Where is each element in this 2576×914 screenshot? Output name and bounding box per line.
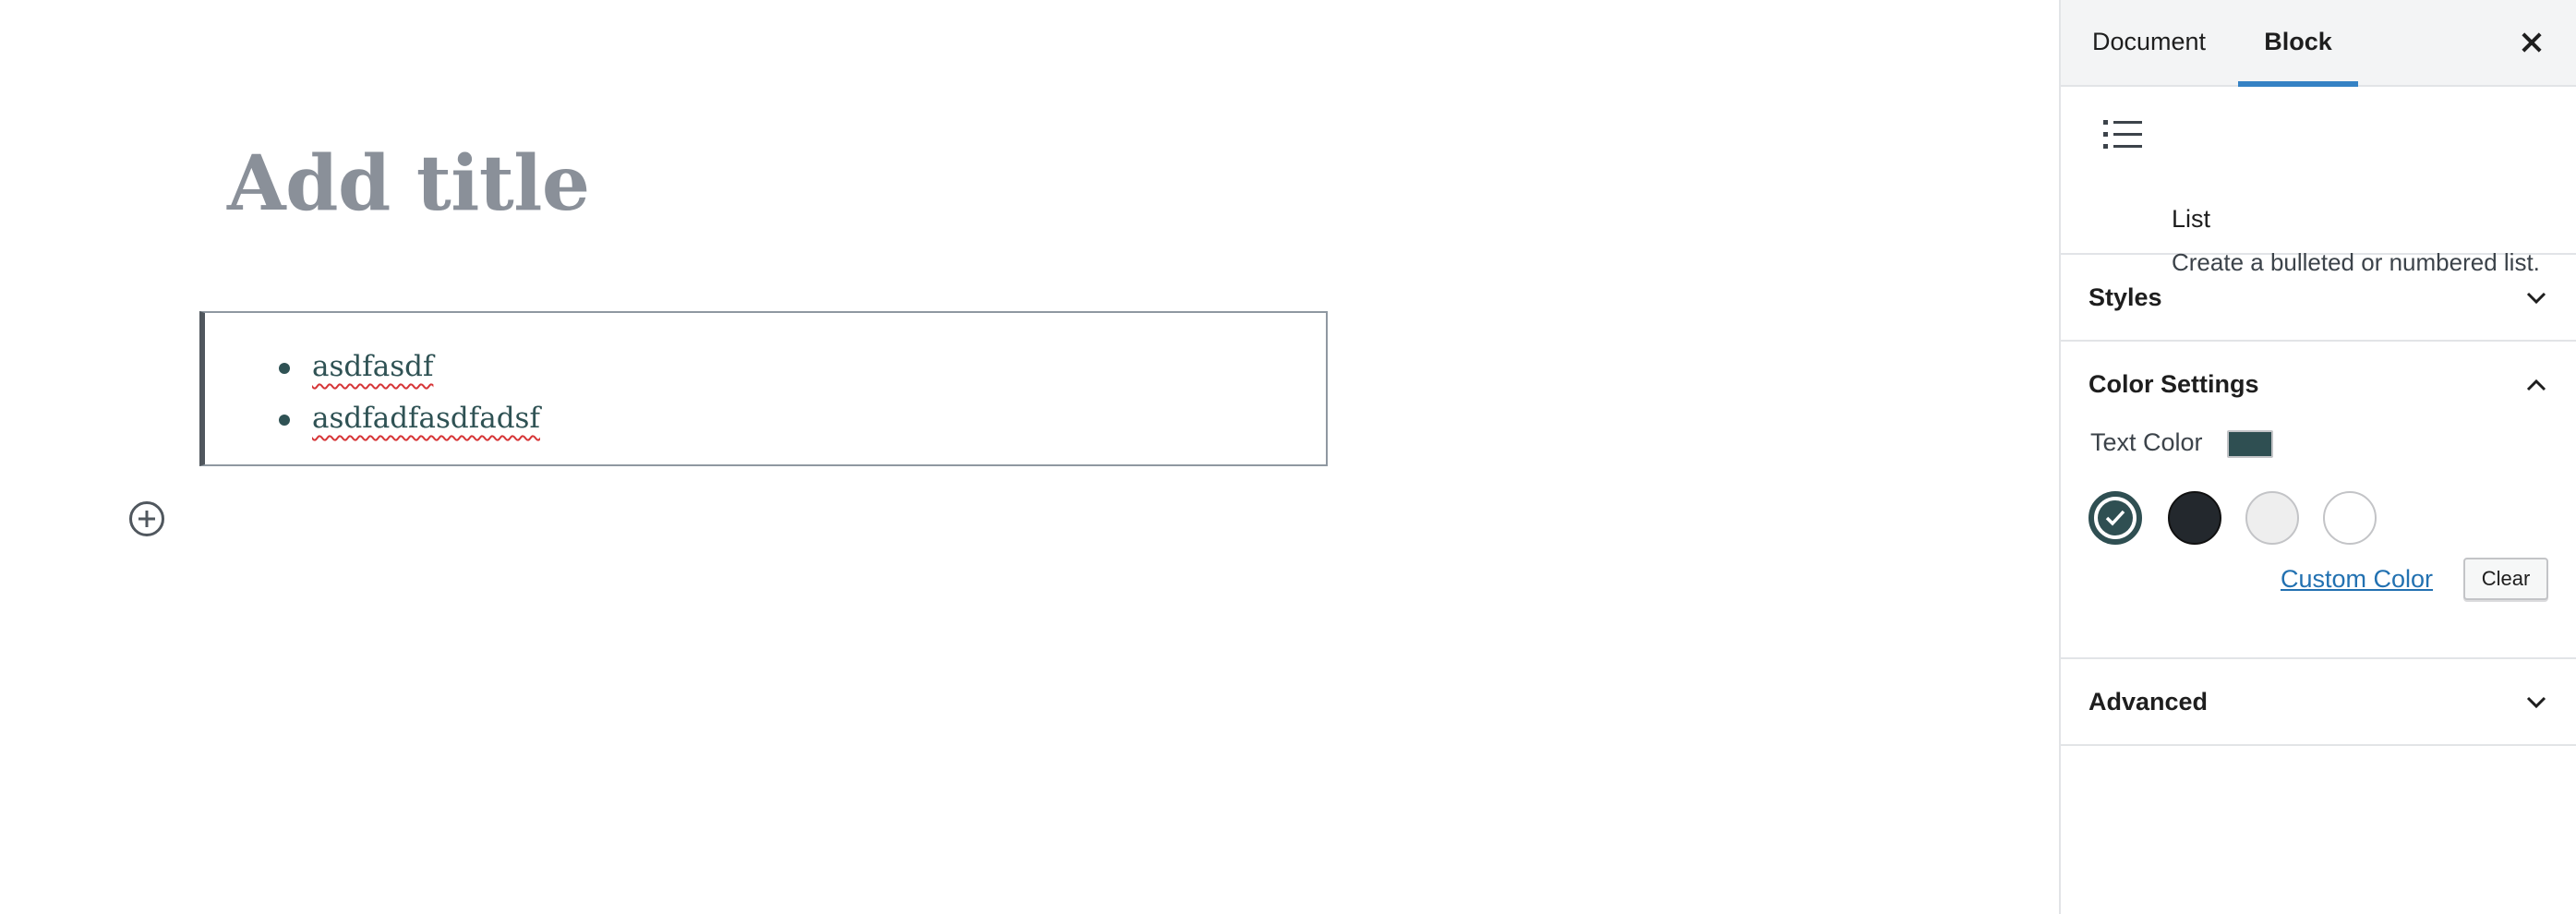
list-item[interactable]: asdfadfasdfadsf bbox=[279, 392, 540, 444]
list: asdfasdf asdfadfasdfadsf bbox=[279, 341, 540, 444]
bullet-icon bbox=[279, 415, 290, 426]
color-swatch-light-gray[interactable] bbox=[2245, 491, 2299, 545]
list-icon bbox=[2103, 120, 2142, 149]
tab-block[interactable]: Block bbox=[2238, 0, 2358, 87]
styles-panel: Styles bbox=[2061, 255, 2576, 342]
editor-canvas: Add title asdfasdf asdfadfasdfadsf bbox=[0, 0, 2059, 914]
chevron-up-icon bbox=[2526, 375, 2546, 395]
custom-color-link[interactable]: Custom Color bbox=[2281, 565, 2433, 594]
chevron-down-icon bbox=[2526, 692, 2546, 713]
close-icon[interactable] bbox=[2515, 26, 2548, 59]
color-settings-panel-toggle[interactable]: Color Settings bbox=[2061, 342, 2576, 427]
block-title: List bbox=[2172, 205, 2211, 233]
panel-title: Advanced bbox=[2088, 688, 2209, 716]
post-title-input[interactable]: Add title bbox=[227, 133, 590, 235]
settings-sidebar: Document Block List Create a bulleted or… bbox=[2059, 0, 2576, 914]
text-color-label: Text Color bbox=[2090, 428, 2203, 456]
color-swatch-selected[interactable] bbox=[2088, 491, 2142, 545]
block-editor: Add title asdfasdf asdfadfasdfadsf Docum… bbox=[0, 0, 2576, 914]
add-block-icon[interactable] bbox=[129, 501, 164, 536]
color-indicator bbox=[2227, 430, 2273, 458]
styles-panel-toggle[interactable]: Styles bbox=[2061, 255, 2576, 340]
color-swatch-white[interactable] bbox=[2323, 491, 2377, 545]
list-item-text: asdfasdf bbox=[312, 350, 434, 383]
list-item[interactable]: asdfasdf bbox=[279, 341, 540, 392]
panel-title: Styles bbox=[2088, 283, 2162, 311]
bullet-icon bbox=[279, 363, 290, 374]
chevron-down-icon bbox=[2526, 288, 2546, 308]
block-card: List Create a bulleted or numbered list. bbox=[2061, 87, 2576, 276]
advanced-panel: Advanced bbox=[2061, 659, 2576, 746]
advanced-panel-toggle[interactable]: Advanced bbox=[2061, 659, 2576, 744]
color-settings-body: Text Color Custom Color Clear bbox=[2061, 427, 2576, 657]
sidebar-header: Document Block bbox=[2061, 0, 2576, 87]
check-icon bbox=[2105, 510, 2125, 526]
list-item-text: asdfadfasdfadsf bbox=[312, 402, 540, 435]
color-settings-panel: Color Settings Text Color Custom Color C… bbox=[2061, 342, 2576, 659]
color-swatch-dark[interactable] bbox=[2168, 491, 2221, 545]
list-block[interactable]: asdfasdf asdfadfasdfadsf bbox=[199, 311, 1328, 466]
panel-title: Color Settings bbox=[2088, 370, 2259, 398]
clear-button[interactable]: Clear bbox=[2463, 558, 2548, 600]
